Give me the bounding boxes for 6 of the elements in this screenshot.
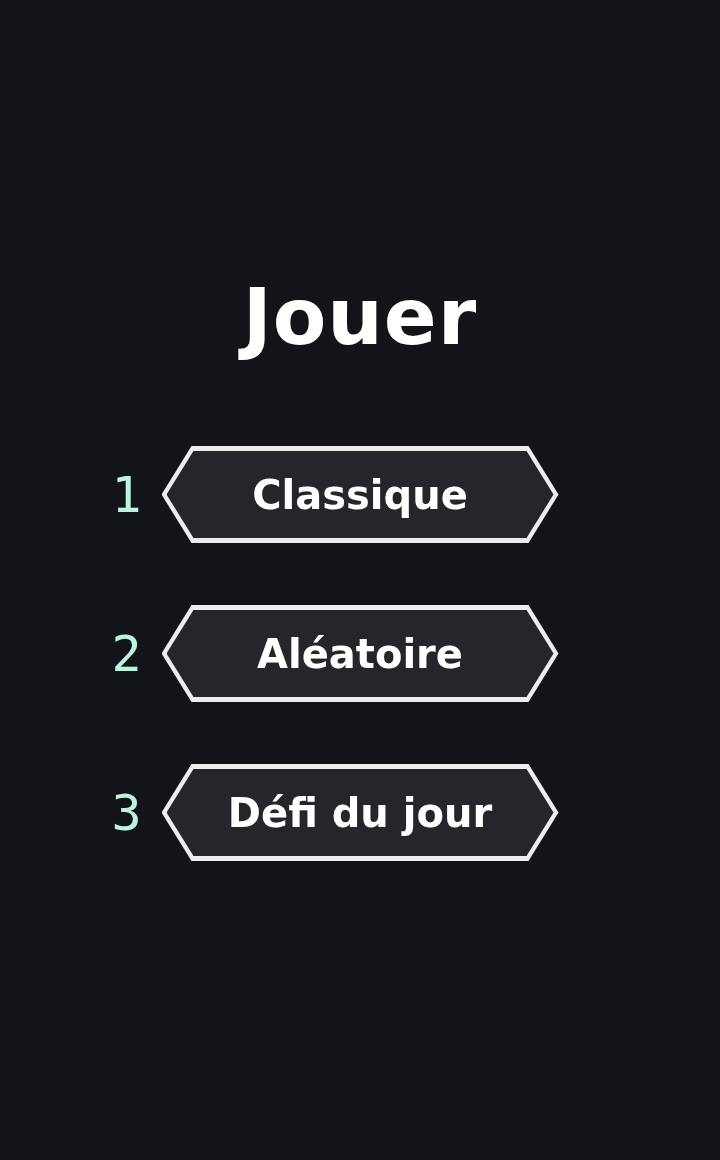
mode-button[interactable]: Défi du jour (161, 764, 559, 861)
mode-button[interactable]: Classique (161, 446, 559, 543)
mode-number: 2 (110, 628, 143, 679)
mode-number: 1 (110, 469, 143, 520)
mode-number: 3 (110, 787, 143, 838)
mode-button[interactable]: Aléatoire (161, 605, 559, 702)
